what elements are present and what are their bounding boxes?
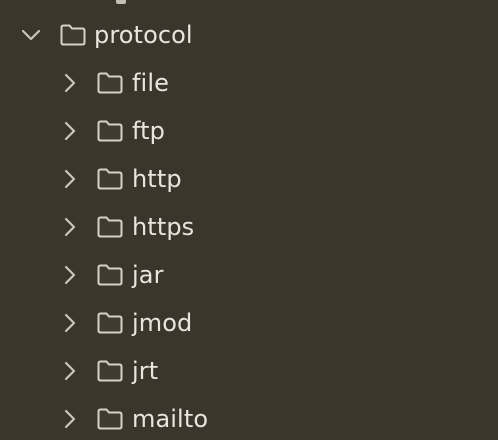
folder-icon — [59, 23, 87, 47]
chevron-right-icon[interactable] — [58, 167, 82, 191]
tree-row-https[interactable]: https — [0, 203, 498, 251]
tree-item-label: jrt — [132, 357, 159, 385]
tree-row-jrt[interactable]: jrt — [0, 347, 498, 395]
tree-row-file[interactable]: file — [0, 59, 498, 107]
chevron-right-icon[interactable] — [58, 71, 82, 95]
tree-row-ftp[interactable]: ftp — [0, 107, 498, 155]
tree-row-jmod[interactable]: jmod — [0, 299, 498, 347]
previous-row-fragment — [116, 0, 126, 4]
chevron-down-icon[interactable] — [19, 23, 43, 47]
tree-item-label: jmod — [132, 309, 193, 337]
tree-item-label: file — [132, 69, 169, 97]
tree-item-label: mailto — [132, 405, 209, 433]
folder-icon — [96, 167, 124, 191]
chevron-right-icon[interactable] — [58, 263, 82, 287]
tree-item-label: jar — [132, 261, 164, 289]
tree-row-mailto[interactable]: mailto — [0, 395, 498, 440]
folder-icon — [96, 311, 124, 335]
chevron-right-icon[interactable] — [58, 359, 82, 383]
folder-icon — [96, 359, 124, 383]
folder-icon — [96, 119, 124, 143]
project-tree: protocol file ftp http https jar jmod jr… — [0, 0, 498, 440]
chevron-right-icon[interactable] — [58, 407, 82, 431]
tree-item-label: protocol — [94, 21, 193, 49]
tree-item-label: ftp — [132, 117, 165, 145]
tree-item-label: http — [132, 165, 182, 193]
chevron-right-icon[interactable] — [58, 215, 82, 239]
tree-row-http[interactable]: http — [0, 155, 498, 203]
folder-icon — [96, 215, 124, 239]
tree-row-jar[interactable]: jar — [0, 251, 498, 299]
tree-item-label: https — [132, 213, 195, 241]
chevron-right-icon[interactable] — [58, 311, 82, 335]
folder-icon — [96, 71, 124, 95]
tree-row-protocol[interactable]: protocol — [0, 11, 498, 59]
folder-icon — [96, 263, 124, 287]
folder-icon — [96, 407, 124, 431]
chevron-right-icon[interactable] — [58, 119, 82, 143]
